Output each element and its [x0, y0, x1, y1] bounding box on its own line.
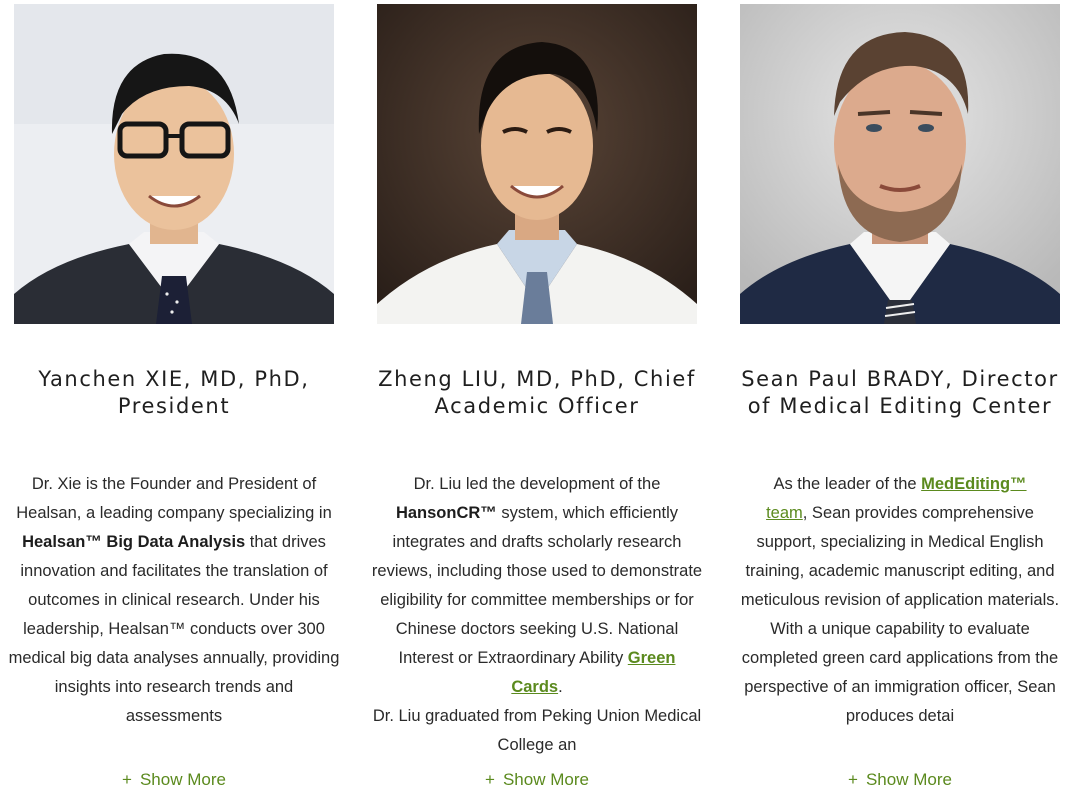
plus-icon: +: [848, 770, 858, 789]
member-name: Yanchen XIE, MD, PhD, President: [38, 367, 310, 418]
member-name: Sean Paul BRADY, Director of Medical Edi…: [741, 367, 1059, 418]
member-photo: [377, 4, 697, 324]
portrait-image: [14, 4, 334, 324]
member-bio: Dr. Liu led the development of the Hanso…: [371, 475, 703, 754]
plus-icon: +: [485, 770, 495, 789]
portrait-image: [740, 4, 1060, 324]
team-member-card: Yanchen XIE, MD, PhD, President Dr. Xie …: [4, 0, 344, 798]
show-more-button[interactable]: + Show More: [4, 767, 344, 793]
member-bio: Dr. Xie is the Founder and President of …: [8, 475, 340, 725]
portrait-image: [377, 4, 697, 324]
member-photo: [14, 4, 334, 324]
member-photo: [740, 4, 1060, 324]
member-name: Zheng LIU, MD, PhD, Chief Academic Offic…: [378, 367, 696, 418]
show-more-button[interactable]: + Show More: [367, 767, 707, 793]
team-member-card: Sean Paul BRADY, Director of Medical Edi…: [730, 0, 1070, 798]
show-more-button[interactable]: + Show More: [730, 767, 1070, 793]
team-member-card: Zheng LIU, MD, PhD, Chief Academic Offic…: [367, 0, 707, 798]
team-link[interactable]: team: [766, 504, 803, 522]
plus-icon: +: [122, 770, 132, 789]
team-section: Yanchen XIE, MD, PhD, President Dr. Xie …: [0, 0, 1080, 798]
mediting-link[interactable]: MedEditing™: [921, 475, 1026, 493]
member-bio: As the leader of the MedEditing™ team, Se…: [740, 475, 1060, 725]
